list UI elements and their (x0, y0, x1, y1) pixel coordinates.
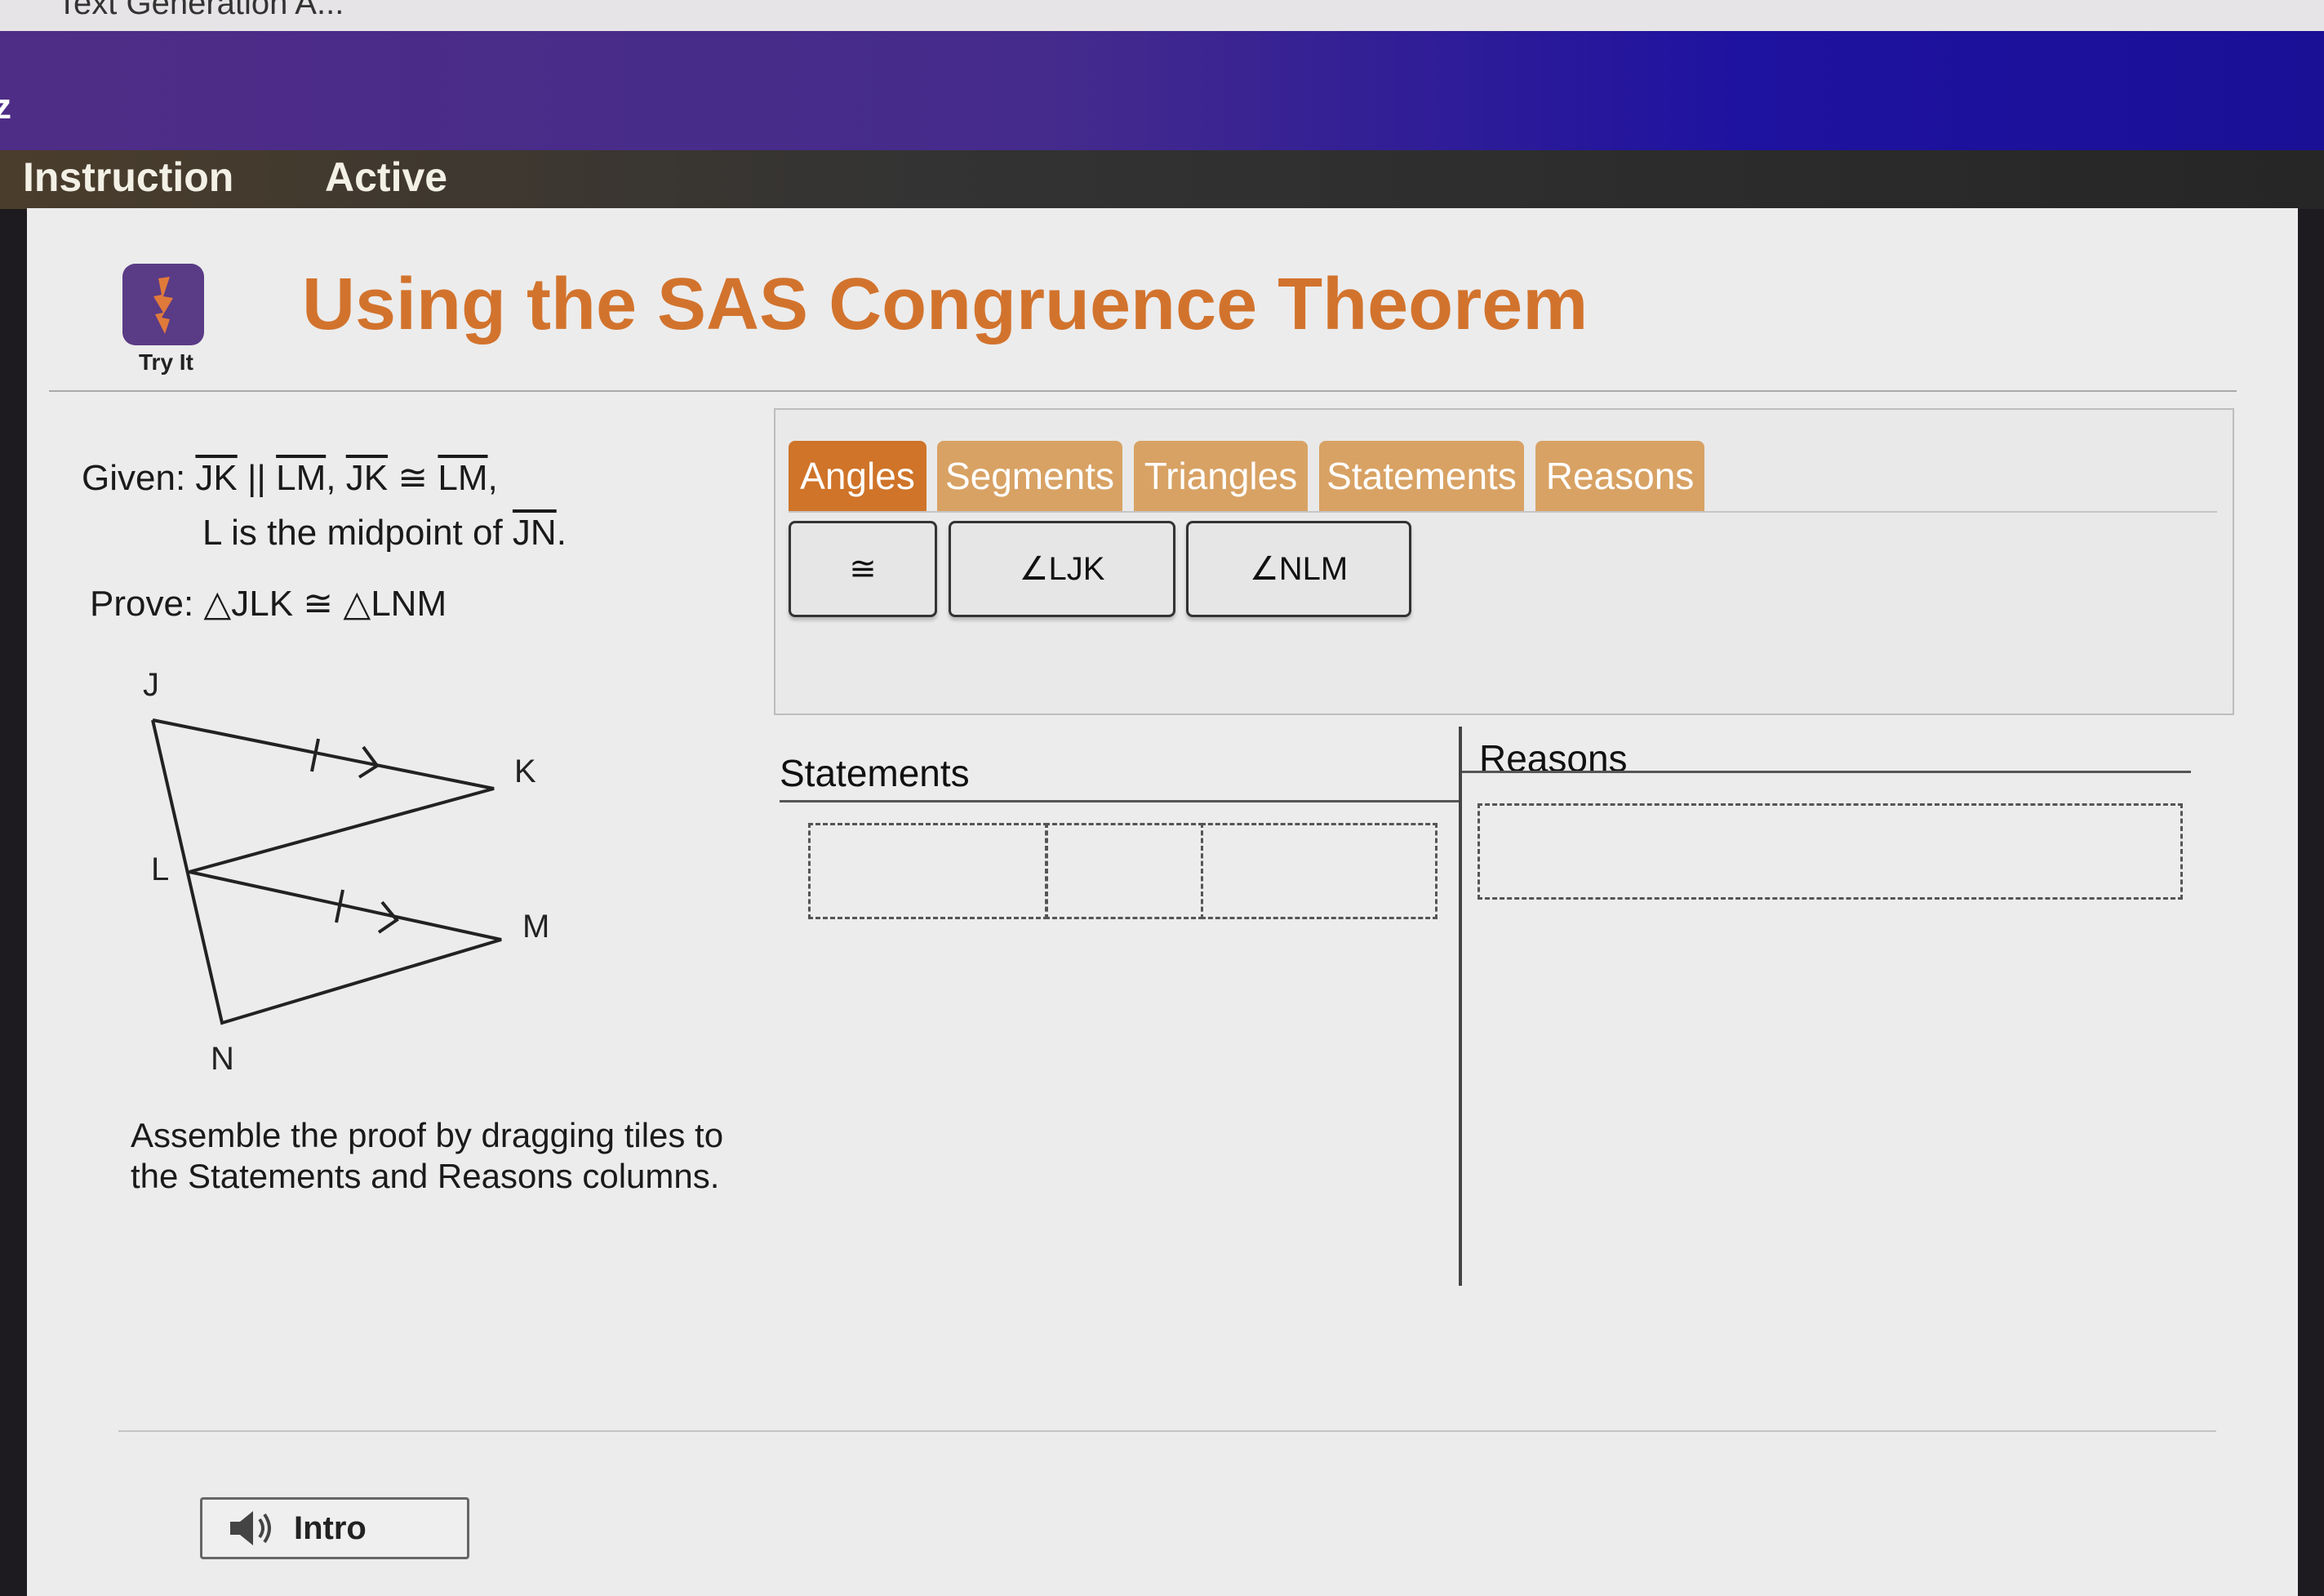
instructions-text: Assemble the proof by dragging tiles to … (131, 1116, 724, 1195)
label-n: N (211, 1041, 234, 1077)
arrow-mark (377, 900, 399, 934)
tab-statements[interactable]: Statements (1319, 441, 1524, 511)
tile-angle-nlm[interactable]: ∠NLM (1186, 521, 1411, 617)
divider (118, 1430, 2216, 1432)
label-m: M (522, 909, 549, 945)
reason-dropzone[interactable] (1477, 803, 2183, 900)
tab-triangles[interactable]: Triangles (1134, 441, 1308, 511)
label-k: K (514, 754, 536, 789)
tick-mark (310, 738, 320, 772)
label-l: L (151, 851, 169, 887)
diagram-lines (151, 718, 502, 1025)
divider (789, 511, 2217, 513)
triangle-diagram: J K L M N (143, 667, 549, 1077)
column-divider (1459, 727, 1462, 1286)
label-j: J (143, 667, 159, 703)
divider (1461, 771, 2191, 773)
tile-angle-ljk[interactable]: ∠LJK (949, 521, 1175, 617)
intro-button[interactable]: Intro (200, 1497, 469, 1559)
statements-header: Statements (780, 752, 970, 794)
statement-dropzone[interactable] (1045, 823, 1203, 919)
tab-reasons[interactable]: Reasons (1535, 441, 1704, 511)
speaker-icon (230, 1511, 271, 1545)
tab-segments[interactable]: Segments (937, 441, 1122, 511)
intro-label: Intro (294, 1509, 367, 1546)
tab-angles[interactable]: Angles (789, 441, 926, 511)
statement-dropzone[interactable] (808, 823, 1048, 919)
divider (780, 800, 1461, 802)
statement-dropzone[interactable] (1201, 823, 1438, 919)
reasons-header: Reasons (1479, 737, 1628, 780)
tile-congruent[interactable]: ≅ (789, 521, 937, 617)
